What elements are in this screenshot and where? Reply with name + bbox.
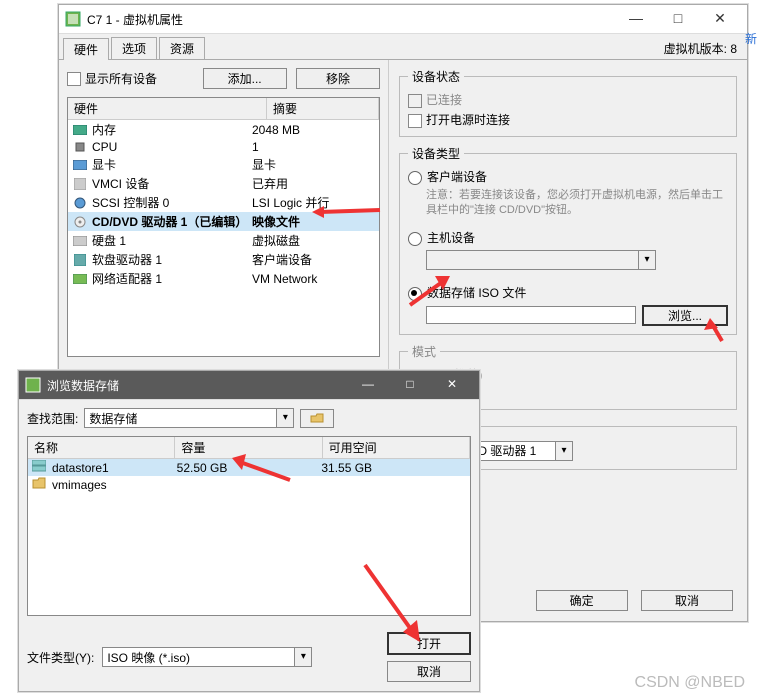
col-summary: 摘要 [267, 98, 379, 119]
browse-button[interactable]: 浏览... [642, 305, 728, 326]
vsphere-icon [25, 377, 41, 393]
connected-checkbox [408, 94, 422, 108]
col-free: 可用空间 [323, 437, 470, 458]
up-folder-button[interactable] [300, 409, 334, 428]
device-status-group: 设备状态 已连接 打开电源时连接 [399, 68, 737, 137]
host-device-radio[interactable] [408, 232, 422, 246]
iso-path-input[interactable] [426, 306, 636, 324]
table-row[interactable]: 硬盘 1 虚拟磁盘 [68, 231, 379, 250]
tab-resources[interactable]: 资源 [159, 37, 205, 59]
ok-button[interactable]: 确定 [536, 590, 628, 611]
browse-titlebar: 浏览数据存储 — □ ✕ [19, 371, 479, 400]
maximize-button[interactable]: □ [657, 5, 699, 33]
scsi-icon [72, 196, 88, 210]
datastore-table: 名称 容量 可用空间 datastore1 52.50 GB 31.55 GB … [27, 436, 471, 616]
col-hardware: 硬件 [68, 98, 267, 119]
scope-label: 查找范围: [27, 410, 78, 427]
video-icon [72, 158, 88, 172]
show-all-devices-checkbox[interactable] [67, 72, 81, 86]
tab-hardware[interactable]: 硬件 [63, 38, 109, 60]
cancel-button[interactable]: 取消 [641, 590, 733, 611]
device-type-group: 设备类型 客户端设备 注意：若要连接该设备，您必须打开虚拟机电源，然后单击工具栏… [399, 145, 737, 335]
browse-close-button[interactable]: ✕ [431, 371, 473, 399]
table-row[interactable]: SCSI 控制器 0 LSI Logic 并行 [68, 193, 379, 212]
folder-icon [32, 477, 48, 492]
chevron-down-icon[interactable]: ▾ [276, 409, 293, 427]
scope-combo[interactable]: 数据存储▾ [84, 408, 294, 428]
client-device-note: 注意：若要连接该设备，您必须打开虚拟机电源，然后单击工具栏中的"连接 CD/DV… [426, 188, 728, 219]
file-type-combo[interactable]: ISO 映像 (*.iso)▾ [102, 647, 312, 667]
tabs: 硬件 选项 资源 虚拟机版本: 8 [59, 34, 747, 60]
browse-minimize-button[interactable]: — [347, 371, 389, 399]
hardware-table: 硬件 摘要 内存 2048 MB CPU 1 显卡 显卡 [67, 97, 380, 357]
show-all-devices-label: 显示所有设备 [85, 70, 157, 87]
cpu-icon [72, 140, 88, 154]
titlebar: C7 1 - 虚拟机属性 — □ ✕ [59, 5, 747, 34]
table-row[interactable]: 显卡 显卡 [68, 155, 379, 174]
table-row[interactable]: 网络适配器 1 VM Network [68, 269, 379, 288]
nic-icon [72, 272, 88, 286]
table-row[interactable]: CPU 1 [68, 139, 379, 155]
side-new-label: 新 [745, 30, 757, 47]
add-button[interactable]: 添加... [203, 68, 287, 89]
datastore-icon [32, 460, 48, 475]
tab-options[interactable]: 选项 [111, 37, 157, 59]
memory-icon [72, 123, 88, 137]
table-row-selected[interactable]: CD/DVD 驱动器 1（已编辑） 映像文件 [68, 212, 379, 231]
watermark: CSDN @NBED [635, 674, 745, 692]
connect-poweron-checkbox[interactable] [408, 114, 422, 128]
vmci-icon [72, 177, 88, 191]
dialog-footer: 确定 取消 [536, 590, 733, 611]
table-row[interactable]: VMCI 设备 已弃用 [68, 174, 379, 193]
chevron-down-icon[interactable]: ▾ [555, 442, 572, 460]
col-name: 名称 [28, 437, 175, 458]
datastore-row[interactable]: vmimages [28, 476, 470, 493]
minimize-button[interactable]: — [615, 5, 657, 33]
file-type-label: 文件类型(Y): [27, 649, 94, 666]
chevron-down-icon: ▾ [638, 251, 655, 269]
browse-cancel-button[interactable]: 取消 [387, 661, 471, 682]
close-button[interactable]: ✕ [699, 5, 741, 33]
vm-version-label: 虚拟机版本: 8 [658, 38, 743, 59]
browse-datastore-dialog: 浏览数据存储 — □ ✕ 查找范围: 数据存储▾ 名称 容量 可用空间 data… [18, 370, 480, 692]
datastore-row[interactable]: datastore1 52.50 GB 31.55 GB [28, 459, 470, 476]
remove-button[interactable]: 移除 [296, 68, 380, 89]
vsphere-icon [65, 11, 81, 27]
browse-maximize-button[interactable]: □ [389, 371, 431, 399]
table-row[interactable]: 软盘驱动器 1 客户端设备 [68, 250, 379, 269]
browse-title: 浏览数据存储 [47, 377, 119, 394]
disk-icon [72, 234, 88, 248]
col-capacity: 容量 [175, 437, 322, 458]
open-button[interactable]: 打开 [387, 632, 471, 655]
host-device-combo: ▾ [426, 250, 656, 270]
window-title: C7 1 - 虚拟机属性 [87, 11, 183, 28]
datastore-iso-radio[interactable] [408, 287, 422, 301]
chevron-down-icon[interactable]: ▾ [294, 648, 311, 666]
table-row[interactable]: 内存 2048 MB [68, 120, 379, 139]
cd-icon [72, 215, 88, 229]
client-device-radio[interactable] [408, 171, 422, 185]
floppy-icon [72, 253, 88, 267]
